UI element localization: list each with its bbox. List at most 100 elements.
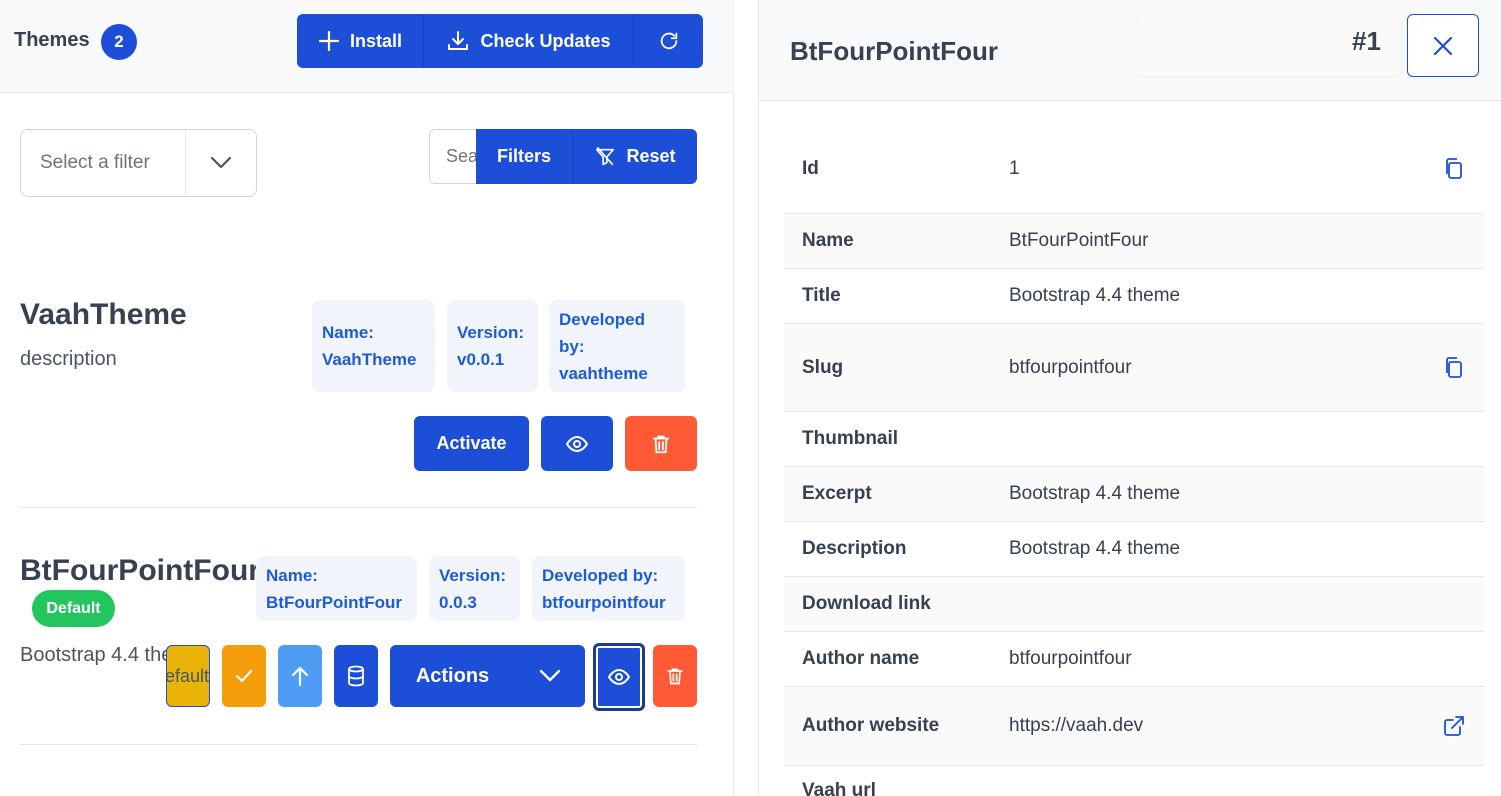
install-label: Install — [349, 30, 402, 51]
filter-select[interactable]: Select a filter — [20, 129, 257, 197]
detail-row: Excerpt Bootstrap 4.4 theme — [784, 467, 1484, 522]
filter-slash-icon — [596, 146, 615, 165]
detail-header: BtFourPointFour #1 — [759, 0, 1501, 101]
eye-icon — [607, 668, 631, 686]
detail-key: Title — [802, 285, 841, 306]
check-icon — [235, 669, 253, 683]
make-default-button[interactable]: Default — [166, 645, 210, 707]
app-root: Themes 2 Install Check Updates Select a … — [0, 0, 1501, 796]
trash-icon — [667, 668, 683, 685]
copy-icon — [1446, 356, 1462, 378]
arrow-up-icon — [291, 666, 309, 687]
detail-value: Bootstrap 4.4 theme — [1009, 285, 1181, 306]
copy-icon — [1446, 157, 1462, 179]
check-updates-button[interactable]: Check Updates — [423, 14, 633, 68]
chip-label: Version: — [439, 565, 507, 585]
trash-icon — [652, 435, 670, 453]
database-icon — [348, 665, 364, 687]
copy-button[interactable] — [1424, 356, 1484, 380]
detail-row: Author website https://vaah.dev — [784, 687, 1484, 766]
plus-icon — [318, 30, 340, 52]
open-link-button[interactable] — [1424, 715, 1484, 737]
detail-title: BtFourPointFour — [790, 36, 998, 66]
page-title: Themes — [14, 29, 90, 51]
detail-row: Id 1 — [784, 124, 1484, 214]
filters-button[interactable]: Filters — [476, 129, 572, 184]
detail-row: Slug btfourpointfour — [784, 324, 1484, 412]
close-icon — [1433, 36, 1453, 55]
theme-version-chip: Version: v0.0.1 — [447, 300, 538, 392]
chip-label: by: — [559, 336, 585, 356]
detail-value: btfourpointfour — [1009, 648, 1132, 669]
detail-key: Author name — [802, 648, 920, 669]
detail-row: Download link — [784, 577, 1484, 632]
detail-key: Thumbnail — [802, 428, 899, 449]
search-group: Filters Reset — [429, 129, 697, 184]
detail-key: Description — [802, 538, 907, 559]
chip-value: VaahTheme — [322, 350, 417, 369]
chip-label: Name: — [266, 565, 318, 585]
search-input[interactable] — [429, 129, 476, 184]
filter-select-placeholder: Select a filter — [40, 152, 150, 173]
detail-key: Download link — [802, 593, 931, 614]
detail-row: Vaah url — [784, 766, 1484, 796]
theme-description: description — [20, 348, 117, 370]
close-button[interactable] — [1407, 14, 1479, 77]
theme-version-chip: Version: 0.0.3 — [429, 556, 520, 621]
view-button[interactable] — [541, 416, 613, 471]
update-button[interactable] — [278, 645, 322, 707]
detail-row: Author name btfourpointfour — [784, 632, 1484, 687]
chip-value: btfourpointfour — [542, 592, 666, 612]
theme-developer-chip: Developed by: vaahtheme — [549, 300, 685, 392]
make-default-label: Default — [166, 665, 209, 686]
divider — [20, 507, 697, 508]
chip-label: Developed — [559, 309, 645, 329]
install-button[interactable]: Install — [297, 14, 423, 68]
chip-label: Name: — [322, 323, 374, 342]
theme-detail-panel: BtFourPointFour #1 Id 1 Name BtFourPoint… — [758, 0, 1501, 796]
chip-value: BtFourPointFour — [266, 592, 402, 612]
check-button[interactable] — [222, 645, 266, 707]
detail-row: Name BtFourPointFour — [784, 214, 1484, 269]
theme-name-chip: Name: BtFourPointFour — [256, 556, 417, 621]
detail-row: Description Bootstrap 4.4 theme — [784, 522, 1484, 577]
detail-value: https://vaah.dev — [1009, 715, 1144, 736]
chip-value: v0.0.1 — [457, 350, 505, 369]
record-id: #1 — [1352, 26, 1381, 56]
detail-value: BtFourPointFour — [1009, 230, 1149, 251]
delete-button[interactable] — [653, 645, 697, 707]
actions-dropdown[interactable]: Actions — [390, 645, 585, 707]
reset-button[interactable]: Reset — [572, 129, 697, 184]
check-updates-label: Check Updates — [480, 30, 611, 51]
detail-row: Title Bootstrap 4.4 theme — [784, 269, 1484, 324]
detail-key: Id — [802, 157, 819, 179]
list-header: Themes 2 Install Check Updates — [0, 0, 734, 93]
chip-value: 0.0.3 — [439, 592, 477, 612]
filter-dropdown-toggle[interactable] — [184, 130, 256, 196]
count-badge: 2 — [101, 24, 137, 60]
database-button[interactable] — [334, 645, 378, 707]
detail-row: Thumbnail — [784, 412, 1484, 467]
actions-toggle[interactable] — [515, 669, 585, 683]
detail-key: Name — [802, 230, 854, 251]
chip-label: Developed by: — [542, 565, 659, 585]
theme-developer-chip: Developed by: btfourpointfour — [532, 556, 685, 621]
activate-button[interactable]: Activate — [414, 416, 529, 471]
chevron-down-icon — [539, 669, 561, 682]
header-button-group: Install Check Updates — [297, 14, 703, 68]
delete-button[interactable] — [625, 416, 697, 471]
refresh-button[interactable] — [633, 14, 703, 68]
eye-icon — [565, 435, 589, 452]
divider — [20, 744, 697, 745]
theme-name: VaahTheme — [20, 298, 187, 331]
copy-button[interactable] — [1424, 157, 1484, 181]
detail-value: Bootstrap 4.4 theme — [1009, 538, 1181, 559]
themes-list-panel: Themes 2 Install Check Updates Select a … — [0, 0, 734, 796]
view-button[interactable] — [593, 643, 645, 711]
external-link-icon — [1444, 716, 1464, 736]
chip-label: Version: — [457, 323, 525, 342]
detail-value: btfourpointfour — [1009, 356, 1132, 378]
detail-value: 1 — [1009, 157, 1020, 179]
chip-value: vaahtheme — [559, 363, 648, 383]
detail-value: Bootstrap 4.4 theme — [1009, 483, 1181, 504]
